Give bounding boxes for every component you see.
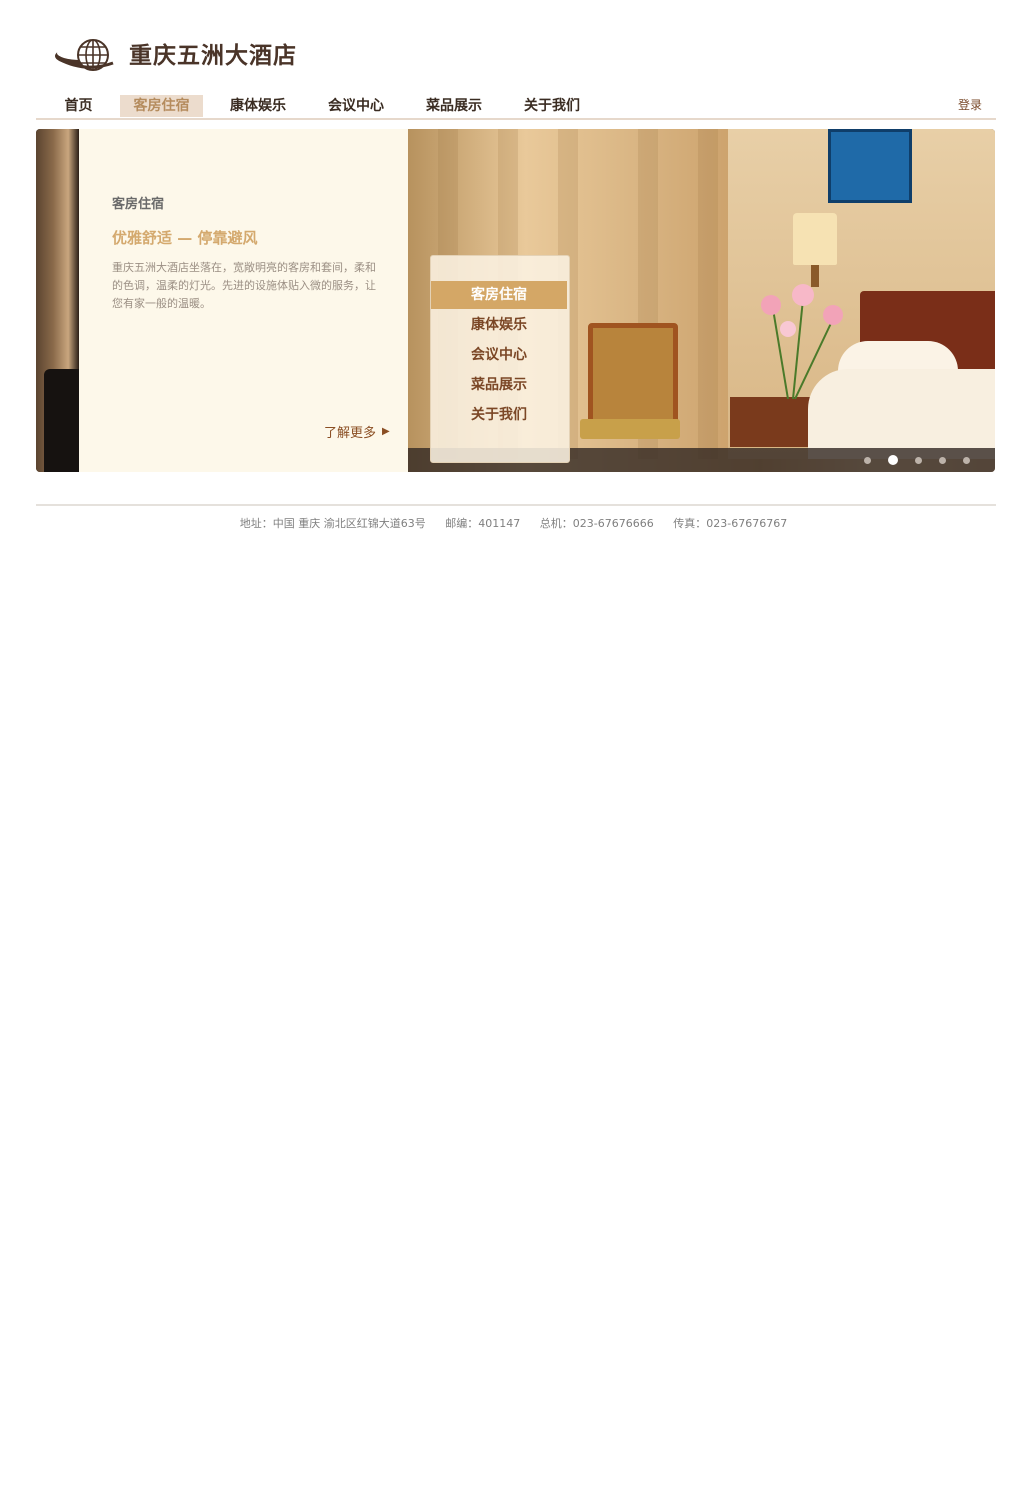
banner-menu-recreation[interactable]: 康体娱乐: [431, 311, 567, 339]
hero-banner: 客房住宿 优雅舒适 — 停靠避风 重庆五洲大酒店坐落在，宽敞明亮的客房和套间，柔…: [36, 129, 995, 472]
banner-left-photo: [36, 129, 79, 472]
chair: [588, 323, 678, 429]
slide-dots: [847, 455, 970, 465]
slide-dot[interactable]: [963, 456, 970, 464]
nav-item-dishes[interactable]: 菜品展示: [414, 95, 494, 117]
wall-painting: [828, 129, 912, 203]
slide-dot-active[interactable]: [888, 455, 898, 465]
nav-item-home[interactable]: 首页: [56, 95, 101, 117]
login-link[interactable]: 登录: [958, 96, 982, 113]
learn-more-label: 了解更多: [324, 426, 377, 441]
banner-menu-rooms[interactable]: 客房住宿: [431, 281, 567, 309]
slide-dot[interactable]: [915, 456, 922, 464]
footer-address: 地址：中国 重庆 渝北区红锦大道63号: [239, 517, 426, 530]
slide-dot[interactable]: [939, 456, 946, 464]
header: 重庆五洲大酒店: [0, 0, 1027, 90]
brand-name: 重庆五洲大酒店: [129, 43, 297, 69]
footer-divider: [36, 504, 996, 506]
banner-menu-conference[interactable]: 会议中心: [431, 341, 567, 369]
logo[interactable]: 重庆五洲大酒店: [55, 38, 297, 74]
panel-title: 客房住宿: [112, 197, 165, 212]
play-arrow-icon: ▶: [382, 426, 390, 437]
main-nav: 首页 客房住宿 康体娱乐 会议中心 菜品展示 关于我们 登录: [36, 94, 996, 120]
nav-item-recreation[interactable]: 康体娱乐: [218, 95, 298, 117]
panel-description: 重庆五洲大酒店坐落在，宽敞明亮的客房和套间，柔和的色调，温柔的灯光。先进的设施体…: [112, 261, 376, 310]
footer-fax: 传真：023-67676767: [673, 517, 788, 530]
footer-phone: 总机：023-67676666: [539, 517, 654, 530]
globe-icon: [55, 39, 114, 71]
nav-item-rooms[interactable]: 客房住宿: [120, 95, 203, 117]
banner-menu-dishes[interactable]: 菜品展示: [431, 371, 567, 399]
nav-item-about[interactable]: 关于我们: [512, 95, 592, 117]
slide-dot[interactable]: [864, 456, 871, 464]
footer-postcode: 邮编：401147: [445, 517, 521, 530]
learn-more-link[interactable]: 了解更多 ▶: [324, 422, 390, 441]
banner-menu-about[interactable]: 关于我们: [431, 401, 567, 429]
banner-menu: 客房住宿 康体娱乐 会议中心 菜品展示 关于我们: [430, 255, 570, 463]
panel-subtitle: 优雅舒适 — 停靠避风: [112, 229, 258, 247]
footer: 地址：中国 重庆 渝北区红锦大道63号 邮编：401147 总机：023-676…: [0, 515, 1027, 531]
nav-item-conference[interactable]: 会议中心: [316, 95, 396, 117]
banner-text-panel: 客房住宿 优雅舒适 — 停靠避风 重庆五洲大酒店坐落在，宽敞明亮的客房和套间，柔…: [79, 129, 408, 472]
